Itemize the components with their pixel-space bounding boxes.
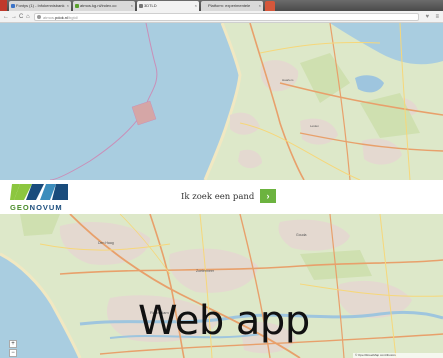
svg-text:Zoetermeer: Zoetermeer bbox=[196, 269, 215, 273]
new-tab-button[interactable] bbox=[265, 1, 275, 11]
reload-button[interactable]: C bbox=[19, 13, 23, 21]
search-panel: GEONOVUM Ik zoek een pand › bbox=[0, 180, 443, 214]
close-icon[interactable]: × bbox=[259, 1, 261, 11]
browser-tab-3[interactable]: 3DTLD × bbox=[137, 1, 199, 11]
close-icon[interactable]: × bbox=[131, 1, 133, 11]
url-host: pdok.nl bbox=[55, 15, 68, 20]
home-button[interactable]: ⌂ bbox=[26, 13, 30, 21]
zoom-out-button[interactable]: − bbox=[9, 349, 17, 357]
logo-text: GEONOVUM bbox=[10, 203, 63, 212]
site-info-icon[interactable] bbox=[37, 15, 41, 19]
favicon-icon bbox=[203, 4, 207, 8]
close-icon[interactable]: × bbox=[67, 1, 69, 11]
zoom-in-button[interactable]: + bbox=[9, 340, 17, 348]
bookmark-icon[interactable]: ♥ bbox=[425, 13, 429, 21]
browser-tab-1[interactable]: Fontys (1) - Infokennisbank × bbox=[9, 1, 71, 11]
svg-text:Den Haag: Den Haag bbox=[98, 241, 114, 245]
browser-tab-4[interactable]: Platform: experimentele × bbox=[201, 1, 263, 11]
address-bar[interactable]: atmos.pdok.nl/bgtd/ bbox=[34, 13, 419, 21]
browser-toolbar: ← → C ⌂ atmos.pdok.nl/bgtd/ ♥ ≡ bbox=[0, 11, 443, 23]
svg-text:Haarlem: Haarlem bbox=[282, 78, 294, 82]
logo-text-novum: NOVUM bbox=[29, 203, 63, 212]
url-scheme: atmos. bbox=[43, 15, 56, 20]
close-icon[interactable]: × bbox=[195, 1, 197, 11]
overlay-title: Web app bbox=[138, 298, 310, 344]
svg-text:Gouda: Gouda bbox=[296, 233, 307, 237]
tab-label: Platform: experimentele bbox=[208, 3, 251, 8]
map-top-graphic: Haarlem Leiden bbox=[0, 23, 443, 180]
tab-label: Fontys (1) - Infokennisbank bbox=[16, 3, 65, 8]
tab-label: 3DTLD bbox=[144, 3, 157, 8]
favicon-icon bbox=[139, 4, 143, 8]
map-top[interactable]: Haarlem Leiden bbox=[0, 23, 443, 180]
favicon-icon bbox=[11, 4, 15, 8]
map-attribution: © OpenStreetMap contributors bbox=[353, 353, 443, 358]
browser-tab-2[interactable]: atmos.kg.nl/index.co × bbox=[73, 1, 135, 11]
svg-text:Leiden: Leiden bbox=[310, 124, 319, 128]
tab-label: atmos.kg.nl/index.co bbox=[80, 3, 117, 8]
browser-tab-strip: Fontys (1) - Infokennisbank × atmos.kg.n… bbox=[0, 0, 443, 11]
browser-logo-icon bbox=[0, 0, 7, 11]
search-go-button[interactable]: › bbox=[260, 189, 276, 203]
logo-text-geo: GEO bbox=[10, 203, 30, 212]
back-button[interactable]: ← bbox=[3, 13, 9, 21]
url-path: /bgtd/ bbox=[67, 15, 78, 20]
favicon-icon bbox=[75, 4, 79, 8]
menu-icon[interactable]: ≡ bbox=[435, 13, 439, 21]
search-label: Ik zoek een pand bbox=[181, 192, 255, 202]
forward-button[interactable]: → bbox=[11, 13, 17, 21]
